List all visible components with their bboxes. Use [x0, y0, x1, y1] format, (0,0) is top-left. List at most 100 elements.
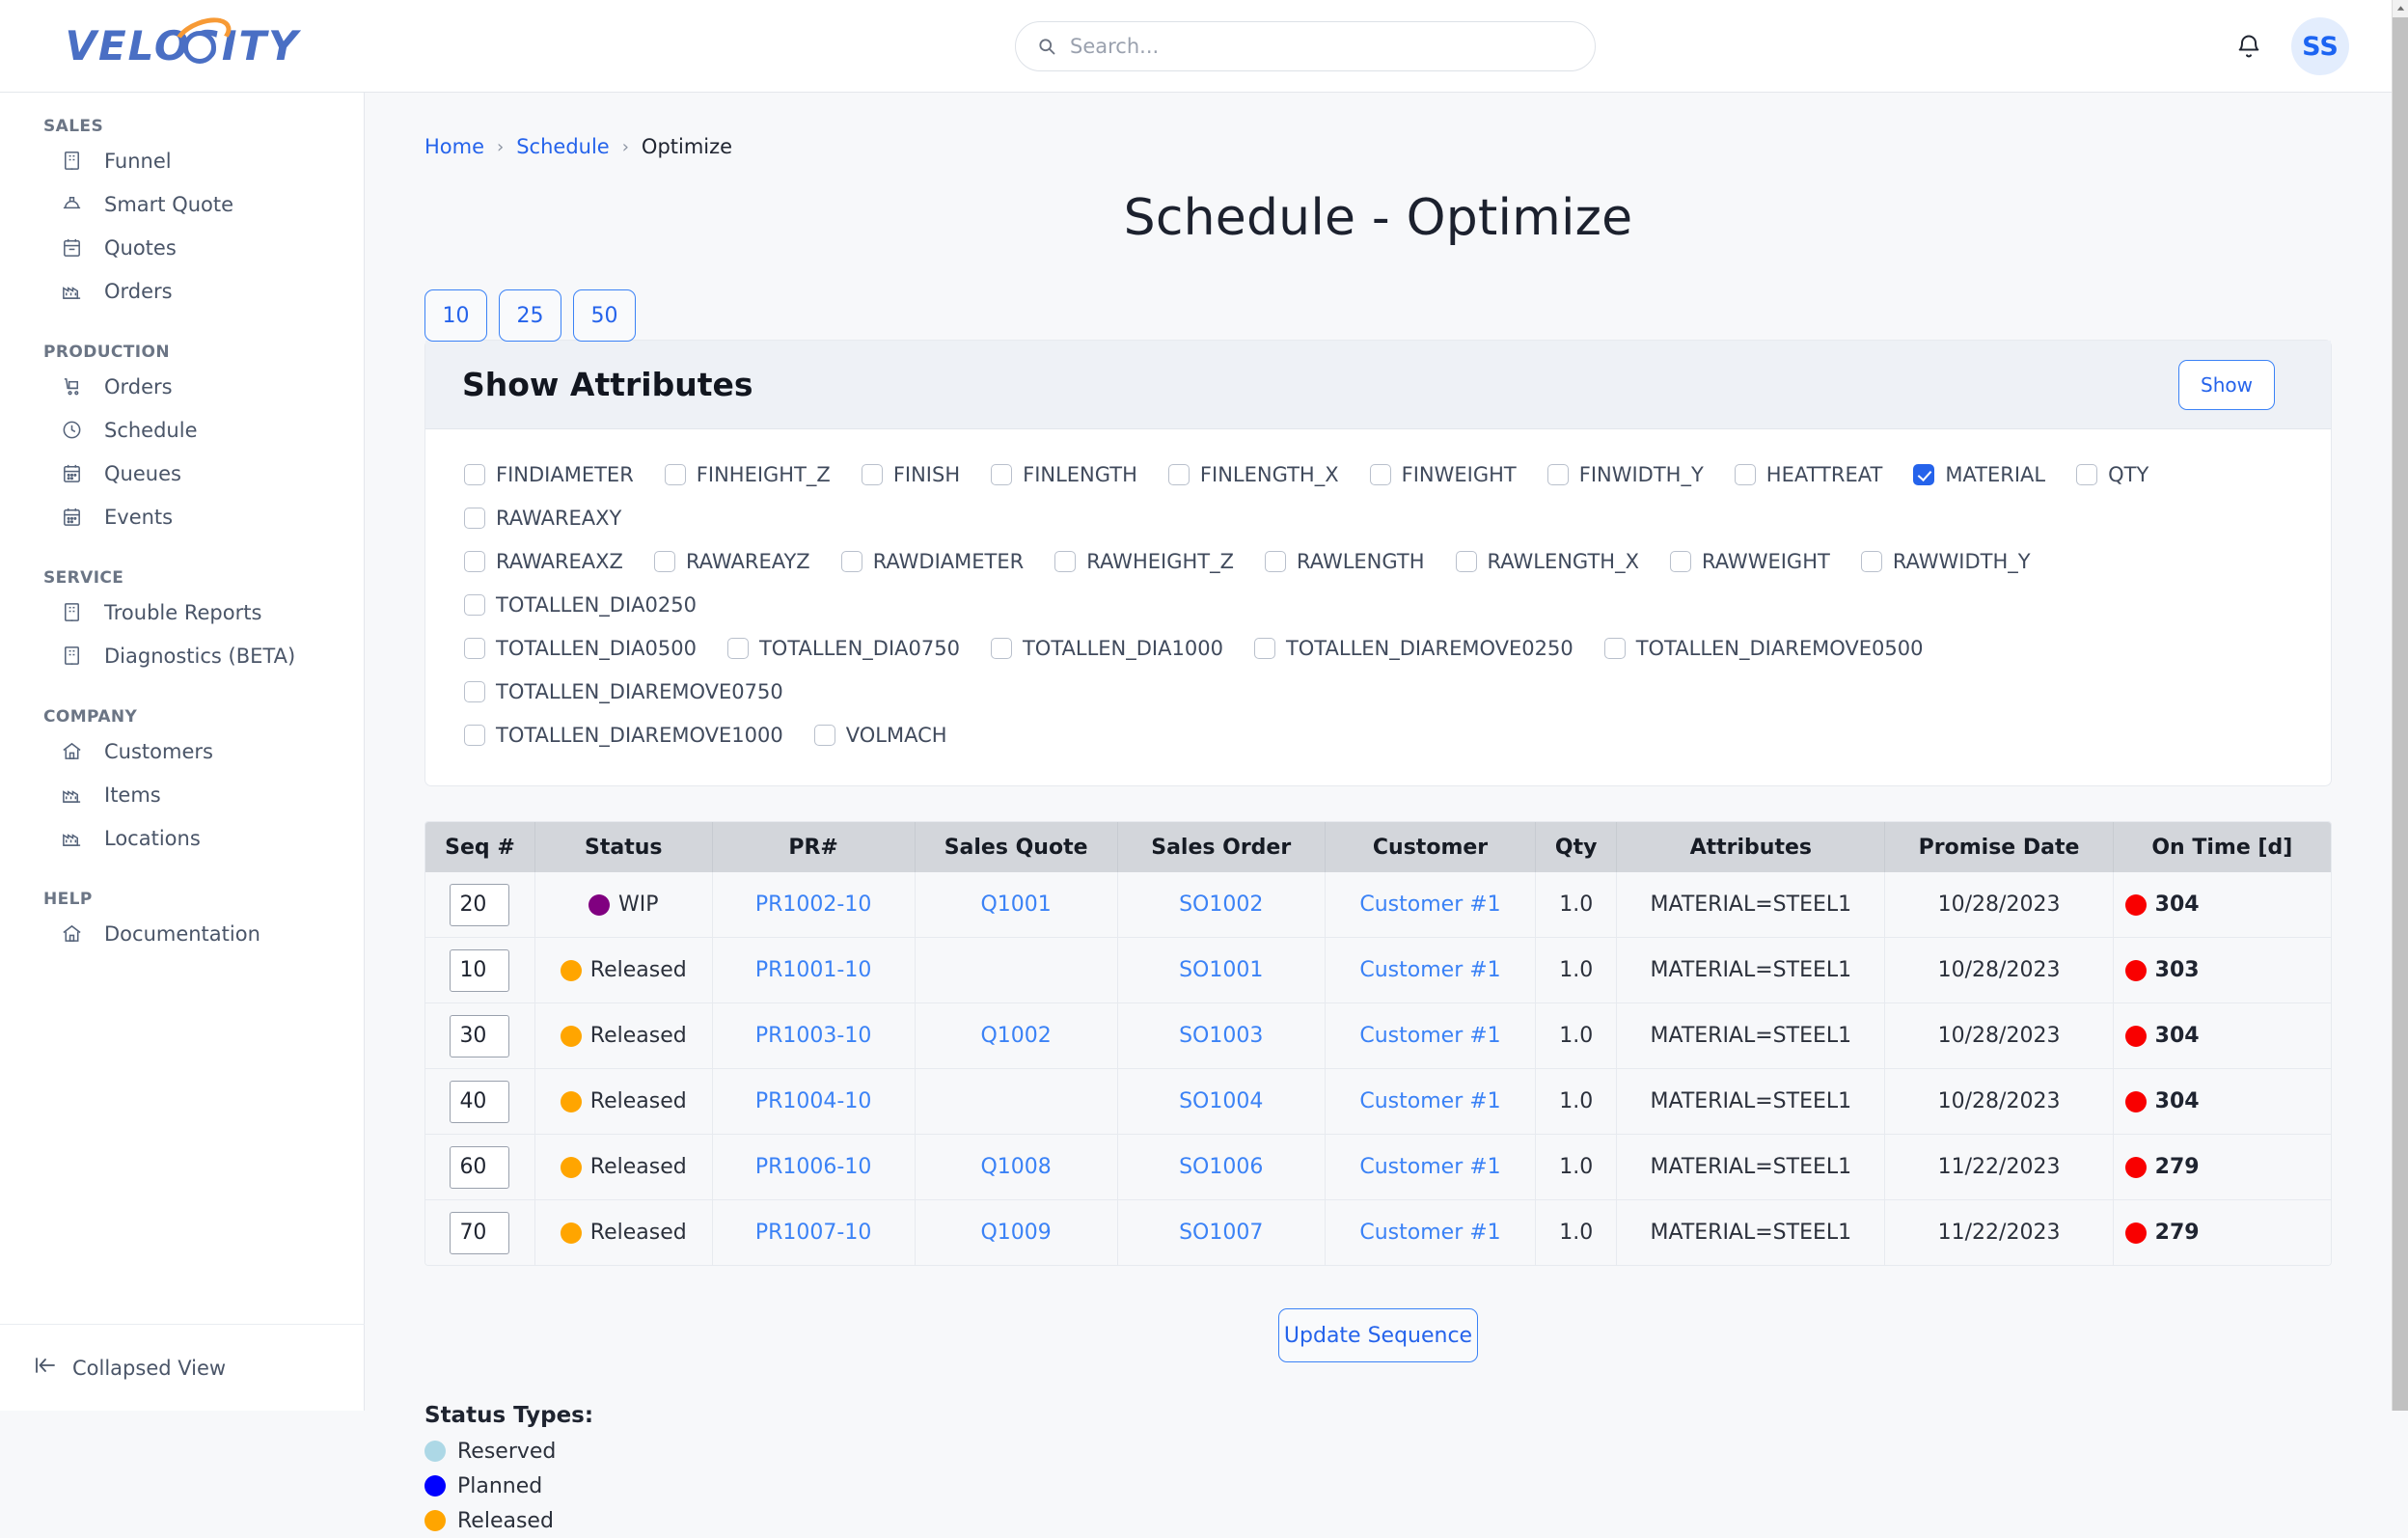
attribute-checkbox-rawwidth_y[interactable]: RAWWIDTH_Y: [1860, 539, 2031, 583]
attribute-checkbox-finish[interactable]: FINISH: [861, 453, 960, 496]
show-attributes-button[interactable]: Show: [2178, 359, 2275, 410]
checkbox-icon[interactable]: [1054, 550, 1077, 572]
cell-sales-quote-link[interactable]: Q1009: [980, 1221, 1051, 1245]
sidebar-item-schedule[interactable]: Schedule: [0, 408, 364, 452]
cell-sales-quote-link[interactable]: Q1008: [980, 1155, 1051, 1179]
page-size-10-button[interactable]: 10: [424, 289, 487, 342]
attribute-checkbox-finwidth_y[interactable]: FINWIDTH_Y: [1546, 453, 1704, 496]
checkbox-icon[interactable]: [1546, 463, 1569, 485]
cell-pr-number-link[interactable]: PR1006-10: [755, 1155, 871, 1179]
cell-pr-number-link[interactable]: PR1002-10: [755, 893, 871, 917]
seq-input[interactable]: [450, 948, 510, 992]
logo[interactable]: VELOSITY: [0, 10, 365, 69]
cell-sales-order-link[interactable]: SO1002: [1179, 893, 1263, 917]
seq-input[interactable]: [450, 1145, 510, 1189]
attribute-checkbox-finheight_z[interactable]: FINHEIGHT_Z: [664, 453, 831, 496]
checkbox-icon[interactable]: [861, 463, 883, 485]
cell-sales-order-link[interactable]: SO1007: [1179, 1221, 1263, 1245]
attribute-checkbox-findiameter[interactable]: FINDIAMETER: [464, 453, 634, 496]
checkbox-icon[interactable]: [726, 637, 749, 659]
seq-input[interactable]: [450, 1080, 510, 1123]
cell-customer-link[interactable]: Customer #1: [1359, 1221, 1500, 1245]
checkbox-icon[interactable]: [1913, 463, 1935, 485]
sidebar-item-customers[interactable]: Customers: [0, 729, 364, 773]
column-header-pr[interactable]: PR#: [712, 822, 916, 872]
checkbox-icon[interactable]: [1669, 550, 1691, 572]
column-header-customer[interactable]: Customer: [1325, 822, 1537, 872]
sidebar-item-items[interactable]: Items: [0, 773, 364, 816]
column-header-sales-order[interactable]: Sales Order: [1117, 822, 1326, 872]
sidebar-item-diagnostics[interactable]: Diagnostics (BETA): [0, 634, 364, 677]
checkbox-icon[interactable]: [653, 550, 675, 572]
sidebar-item-orders-production[interactable]: Orders: [0, 365, 364, 408]
attribute-checkbox-totallen_dia0750[interactable]: TOTALLEN_DIA0750: [726, 626, 960, 670]
column-header-qty[interactable]: Qty: [1535, 822, 1618, 872]
page-size-25-button[interactable]: 25: [499, 289, 561, 342]
checkbox-icon[interactable]: [464, 724, 485, 746]
attribute-checkbox-rawweight[interactable]: RAWWEIGHT: [1669, 539, 1830, 583]
checkbox-icon[interactable]: [464, 507, 485, 529]
checkbox-icon[interactable]: [1603, 637, 1626, 659]
cell-pr-number-link[interactable]: PR1004-10: [755, 1089, 871, 1113]
attribute-checkbox-finlength_x[interactable]: FINLENGTH_X: [1167, 453, 1339, 496]
cell-sales-quote-link[interactable]: Q1001: [980, 893, 1051, 917]
sidebar-item-trouble-reports[interactable]: Trouble Reports: [0, 590, 364, 634]
attribute-checkbox-material[interactable]: MATERIAL: [1913, 453, 2045, 496]
attribute-checkbox-rawheight_z[interactable]: RAWHEIGHT_Z: [1054, 539, 1234, 583]
attribute-checkbox-totallen_dia1000[interactable]: TOTALLEN_DIA1000: [990, 626, 1223, 670]
attribute-checkbox-rawlength[interactable]: RAWLENGTH: [1264, 539, 1425, 583]
search-box[interactable]: Search...: [1015, 21, 1596, 71]
column-header-status[interactable]: Status: [534, 822, 713, 872]
checkbox-icon[interactable]: [1264, 550, 1286, 572]
attribute-checkbox-heattreat[interactable]: HEATTREAT: [1734, 453, 1882, 496]
column-header-seq[interactable]: Seq #: [425, 822, 535, 872]
column-header-promise-date[interactable]: Promise Date: [1884, 822, 2114, 872]
sidebar-item-locations[interactable]: Locations: [0, 816, 364, 860]
cell-customer-link[interactable]: Customer #1: [1359, 893, 1500, 917]
attribute-checkbox-volmach[interactable]: VOLMACH: [813, 713, 947, 756]
cell-pr-number-link[interactable]: PR1003-10: [755, 1024, 871, 1048]
breadcrumb-home[interactable]: Home: [424, 135, 484, 158]
cell-customer-link[interactable]: Customer #1: [1359, 1155, 1500, 1179]
cell-pr-number-link[interactable]: PR1007-10: [755, 1221, 871, 1245]
attribute-checkbox-totallen_diaremove0250[interactable]: TOTALLEN_DIAREMOVE0250: [1253, 626, 1573, 670]
attribute-checkbox-rawareayz[interactable]: RAWAREAYZ: [653, 539, 810, 583]
seq-input[interactable]: [450, 883, 510, 926]
attribute-checkbox-totallen_diaremove1000[interactable]: TOTALLEN_DIAREMOVE1000: [464, 713, 783, 756]
cell-pr-number-link[interactable]: PR1001-10: [755, 958, 871, 982]
sidebar-item-funnel[interactable]: Funnel: [0, 139, 364, 182]
cell-sales-order-link[interactable]: SO1004: [1179, 1089, 1263, 1113]
search-input[interactable]: Search...: [1070, 35, 1159, 58]
attribute-checkbox-rawareaxz[interactable]: RAWAREAXZ: [464, 539, 623, 583]
checkbox-icon[interactable]: [1167, 463, 1190, 485]
attribute-checkbox-finweight[interactable]: FINWEIGHT: [1369, 453, 1517, 496]
update-sequence-button[interactable]: Update Sequence: [1278, 1308, 1478, 1362]
page-size-50-button[interactable]: 50: [573, 289, 636, 342]
cell-sales-order-link[interactable]: SO1003: [1179, 1024, 1263, 1048]
sidebar-item-queues[interactable]: Queues: [0, 452, 364, 495]
checkbox-icon[interactable]: [840, 550, 862, 572]
page-scrollbar[interactable]: [2392, 0, 2408, 1411]
attribute-checkbox-totallen_diaremove0500[interactable]: TOTALLEN_DIAREMOVE0500: [1603, 626, 1923, 670]
checkbox-icon[interactable]: [991, 463, 1013, 485]
attribute-checkbox-rawdiameter[interactable]: RAWDIAMETER: [840, 539, 1024, 583]
attribute-checkbox-finlength[interactable]: FINLENGTH: [991, 453, 1137, 496]
sidebar-item-events[interactable]: Events: [0, 495, 364, 538]
column-header-sales-quote[interactable]: Sales Quote: [915, 822, 1118, 872]
column-header-attributes[interactable]: Attributes: [1616, 822, 1886, 872]
cell-customer-link[interactable]: Customer #1: [1359, 1089, 1500, 1113]
sidebar-item-quotes[interactable]: Quotes: [0, 226, 364, 269]
checkbox-icon[interactable]: [813, 724, 835, 746]
checkbox-icon[interactable]: [1455, 550, 1477, 572]
checkbox-icon[interactable]: [2076, 463, 2098, 485]
cell-customer-link[interactable]: Customer #1: [1359, 1024, 1500, 1048]
attribute-checkbox-totallen_dia0500[interactable]: TOTALLEN_DIA0500: [464, 626, 697, 670]
cell-sales-order-link[interactable]: SO1006: [1179, 1155, 1263, 1179]
checkbox-icon[interactable]: [664, 463, 686, 485]
checkbox-icon[interactable]: [1734, 463, 1756, 485]
checkbox-icon[interactable]: [1253, 637, 1275, 659]
breadcrumb-schedule[interactable]: Schedule: [516, 135, 610, 158]
seq-input[interactable]: [450, 1211, 510, 1254]
sidebar-item-orders-sales[interactable]: Orders: [0, 269, 364, 313]
column-header-on-time[interactable]: On Time [d]: [2113, 822, 2331, 872]
